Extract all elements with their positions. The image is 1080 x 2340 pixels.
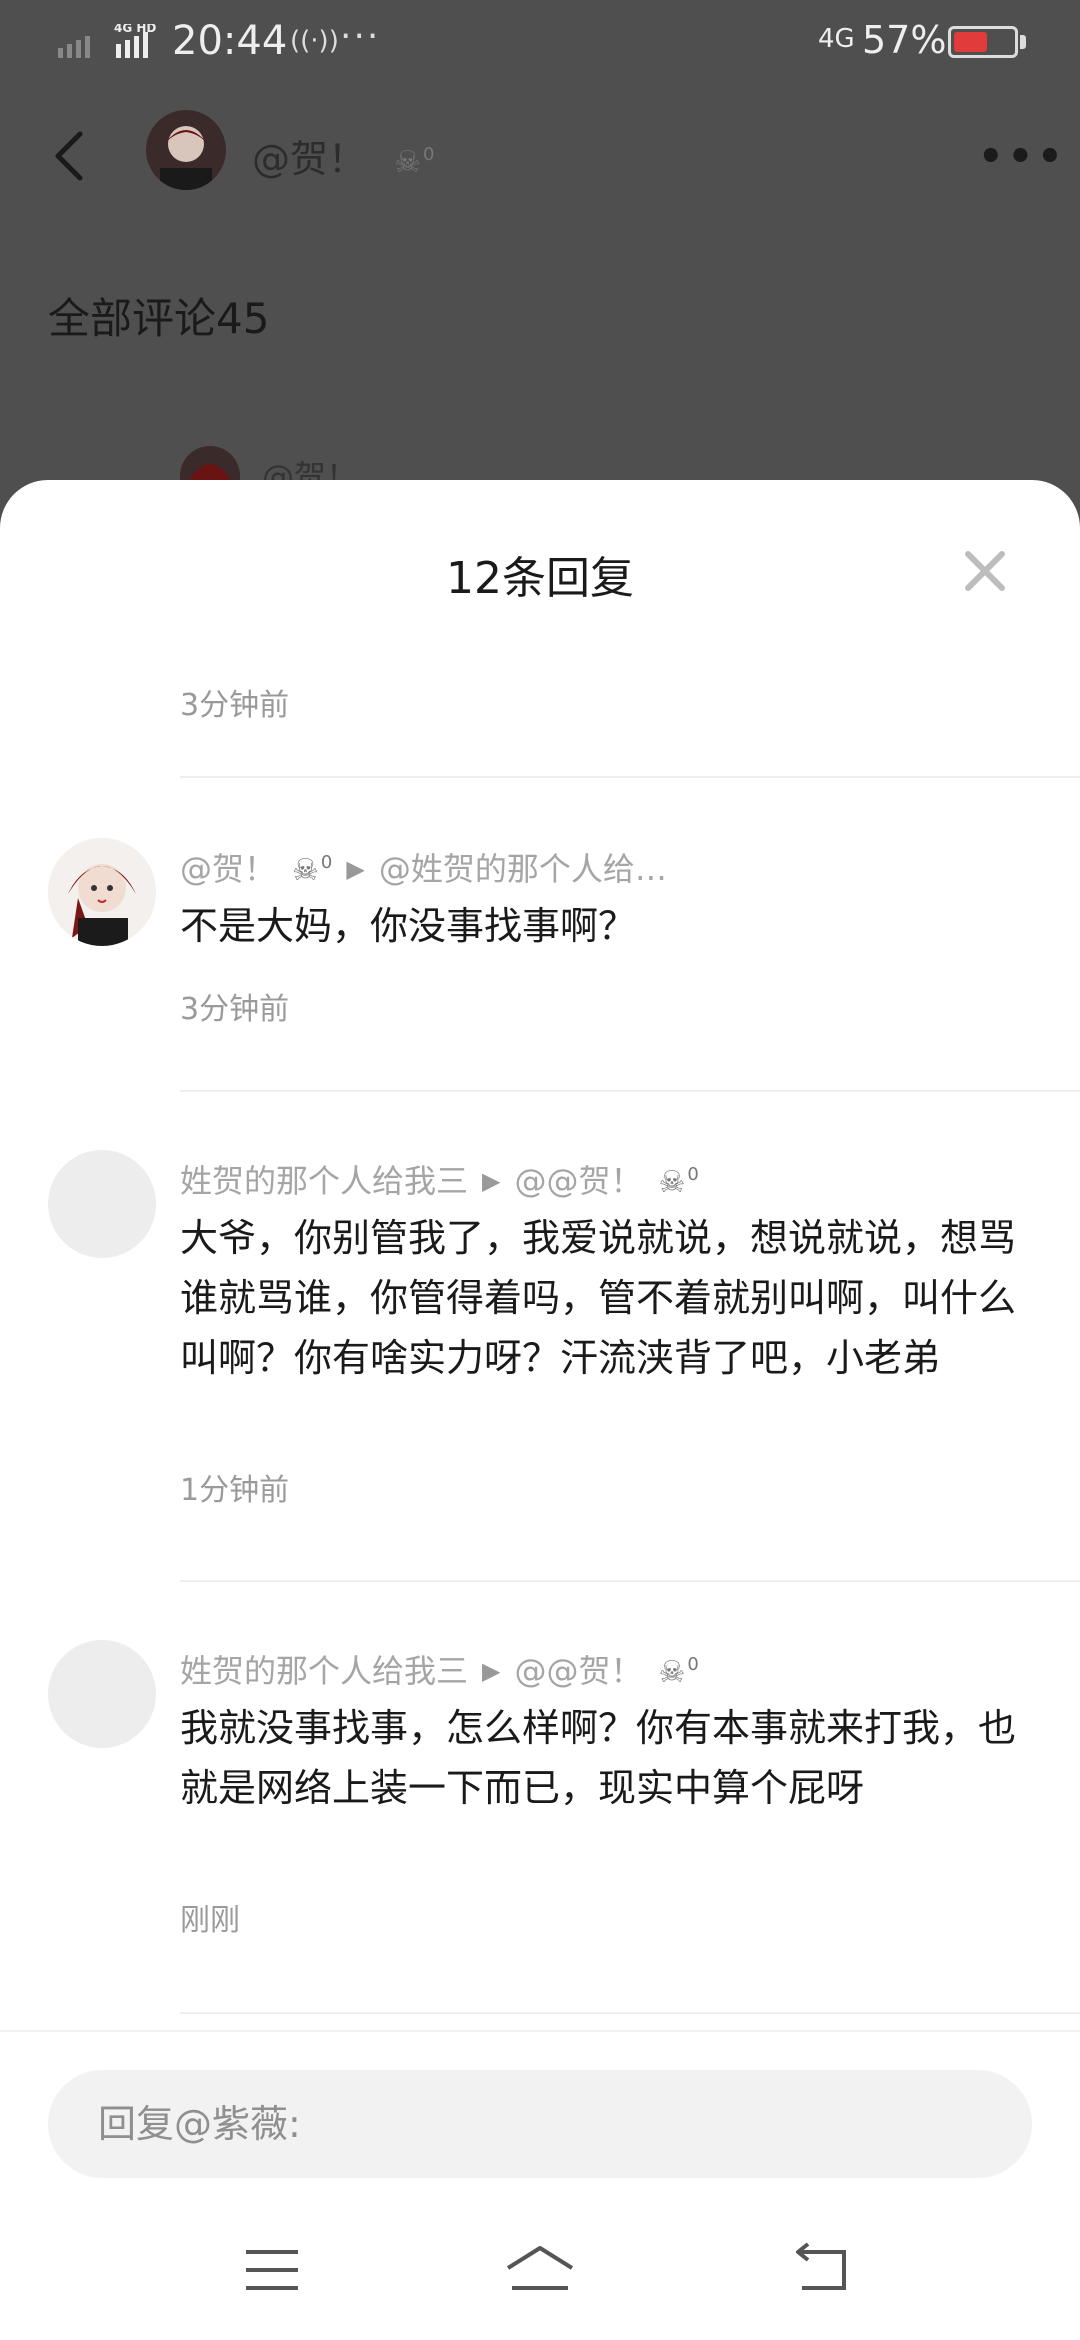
comment-time: 刚刚 xyxy=(180,1903,240,1938)
close-icon[interactable] xyxy=(960,546,1010,596)
background-username: @贺！ ☠ 0 xyxy=(252,128,434,183)
back-icon[interactable] xyxy=(784,2240,864,2300)
reply-bar xyxy=(0,2030,1080,2190)
clock: 20:44 xyxy=(172,18,288,64)
reply-input[interactable] xyxy=(48,2070,1032,2178)
comment-meta: 姓贺的那个人给我三 ▶ @@贺！ ☠ 0 xyxy=(180,1646,699,1692)
more-notifications-icon: ··· xyxy=(340,16,381,57)
comment-author[interactable]: @贺！ xyxy=(180,850,276,888)
divider xyxy=(180,776,1080,778)
commenter-avatar[interactable] xyxy=(48,1640,156,1748)
back-arrow-icon[interactable] xyxy=(48,128,88,184)
skull-crossbones-icon: ☠ 0 xyxy=(394,144,435,180)
all-comments-count: 全部评论45 xyxy=(48,294,270,343)
play-arrow-icon: ▶ xyxy=(346,855,365,883)
menu-icon[interactable] xyxy=(232,2240,312,2300)
skull-crossbones-icon: ☠ 0 xyxy=(658,1654,699,1690)
previous-comment-time: 3分钟前 xyxy=(180,688,290,723)
comment-item[interactable]: 姓贺的那个人给我三 ▶ @@贺！ ☠ 0 我就没事找事，怎么样啊？你有本事就来打我，也就… xyxy=(0,1640,1080,2000)
battery-tip xyxy=(1020,35,1026,49)
comment-meta: 姓贺的那个人给我三 ▶ @@贺！ ☠ 0 xyxy=(180,1156,699,1202)
commenter-avatar[interactable] xyxy=(48,1150,156,1258)
signal-icon: 4G HD xyxy=(58,24,156,58)
play-arrow-icon: ▶ xyxy=(482,1167,501,1195)
divider xyxy=(180,1580,1080,1582)
peek-username: @贺！ xyxy=(262,458,359,480)
level-number: 0 xyxy=(687,1164,699,1185)
status-bar: 4G HD 20:44 ((·)) ··· 4G 57% xyxy=(0,0,1080,90)
level-number: 0 xyxy=(687,1654,699,1675)
svg-text:4G HD: 4G HD xyxy=(114,24,156,35)
system-nav-bar xyxy=(0,2190,1080,2340)
reply-to-user[interactable]: @@贺！ xyxy=(514,1652,642,1690)
comment-time: 3分钟前 xyxy=(180,992,290,1027)
skull-crossbones-icon: ☠ 0 xyxy=(292,852,333,888)
home-icon[interactable] xyxy=(500,2240,580,2300)
reply-to-user[interactable]: @@贺！ xyxy=(514,1162,642,1200)
comment-item[interactable]: @贺！ ☠ 0 ▶ @姓贺的那个人给… 不是大妈，你没事找事啊？ 3分钟前 xyxy=(0,838,1080,1108)
sheet-title: 12条回复 xyxy=(446,553,634,604)
comment-text: 不是大妈，你没事找事啊？ xyxy=(180,904,637,948)
network-4g-icon: 4G xyxy=(818,24,855,54)
skull-crossbones-icon: ☠ 0 xyxy=(658,1164,699,1200)
level-number: 0 xyxy=(423,144,435,165)
background-header: @贺！ ☠ 0 ••• xyxy=(0,100,1080,210)
battery-percent: 57% xyxy=(862,18,947,62)
battery-icon xyxy=(948,26,1018,58)
divider xyxy=(180,1090,1080,1092)
comment-time: 1分钟前 xyxy=(180,1473,290,1508)
comment-text: 大爷，你别管我了，我爱说就说，想说就说，想骂谁就骂谁，你管得着吗，管不着就别叫啊… xyxy=(180,1216,1017,1380)
comment-item[interactable]: 姓贺的那个人给我三 ▶ @@贺！ ☠ 0 大爷，你别管我了，我爱说就说，想说就说，想骂谁… xyxy=(0,1150,1080,1570)
comment-author[interactable]: 姓贺的那个人给我三 xyxy=(180,1162,468,1200)
comment-text: 我就没事找事，怎么样啊？你有本事就来打我，也就是网络上装一下而已，现实中算个屁呀 xyxy=(180,1706,1017,1810)
commenter-avatar[interactable] xyxy=(48,838,156,946)
play-arrow-icon: ▶ xyxy=(482,1657,501,1685)
divider xyxy=(180,2012,1080,2014)
reply-to-user[interactable]: @姓贺的那个人给… xyxy=(379,850,667,888)
comment-meta: @贺！ ☠ 0 ▶ @姓贺的那个人给… xyxy=(180,844,667,890)
nfc-icon: ((·)) xyxy=(290,26,339,56)
battery-fill xyxy=(954,32,987,52)
comment-author[interactable]: 姓贺的那个人给我三 xyxy=(180,1652,468,1690)
username-text: @贺！ xyxy=(252,137,367,181)
level-number: 0 xyxy=(320,852,333,873)
more-options-icon[interactable]: ••• xyxy=(978,134,1067,180)
background-avatar[interactable] xyxy=(146,110,226,190)
